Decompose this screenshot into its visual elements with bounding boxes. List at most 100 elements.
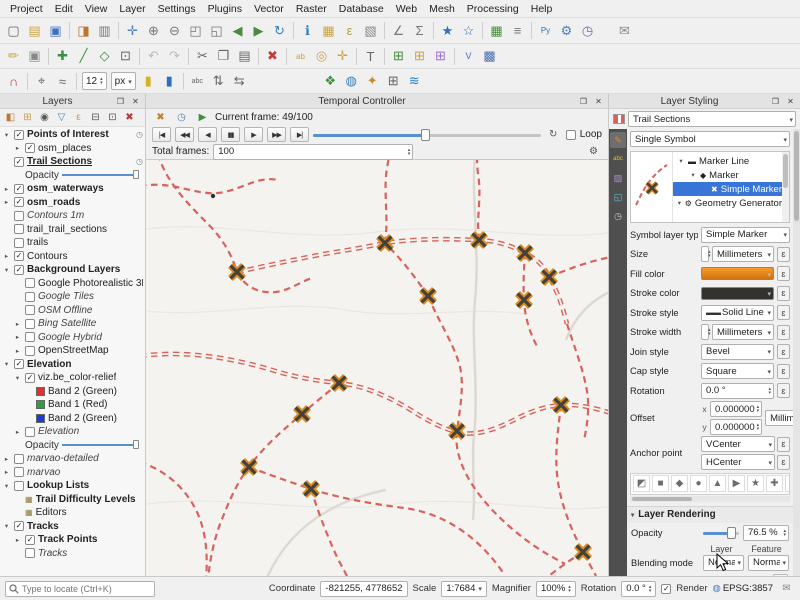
stroke-style-combo[interactable]: ▬▬Solid Line bbox=[701, 305, 774, 321]
layer-labeling-icon[interactable]: ab bbox=[290, 46, 311, 67]
layer-item-contours[interactable]: ▸Contours bbox=[0, 250, 145, 264]
expander-icon[interactable]: ▸ bbox=[13, 320, 22, 328]
layer-rendering-header[interactable]: ▾ Layer Rendering bbox=[627, 507, 793, 523]
zoom-in-icon[interactable]: ⊕ bbox=[143, 20, 164, 41]
layer-item-band-2-green[interactable]: Band 2 (Green) bbox=[0, 412, 145, 426]
skip-end-button[interactable]: ▶| bbox=[290, 127, 309, 142]
layer-checkbox[interactable] bbox=[25, 292, 35, 302]
stroke-color-swatch[interactable] bbox=[701, 287, 774, 300]
font-color-chip-icon[interactable]: ▮ bbox=[138, 71, 159, 92]
layer-item-openstreetmap[interactable]: ▸OpenStreetMap bbox=[0, 344, 145, 358]
expander-icon[interactable]: ▾ bbox=[2, 360, 11, 368]
layer-item-osm-places[interactable]: ▸osm_places bbox=[0, 142, 145, 156]
marker-shape-8[interactable]: ✖ bbox=[785, 475, 790, 492]
zoom-out-icon[interactable]: ⊖ bbox=[164, 20, 185, 41]
select-expression-icon[interactable]: ε bbox=[339, 20, 360, 41]
temporal-slider[interactable] bbox=[313, 128, 541, 142]
rotation-data-define-icon[interactable]: ɛ bbox=[777, 383, 790, 398]
marker-shape-3[interactable]: ● bbox=[690, 475, 707, 492]
layer-item-marvao[interactable]: ▸marvao bbox=[0, 466, 145, 480]
layer-item-trail-trail-sections[interactable]: trail_trail_sections bbox=[0, 223, 145, 237]
save-edits-icon[interactable]: ▣ bbox=[24, 46, 45, 67]
expander-icon[interactable]: ▾ bbox=[677, 157, 685, 165]
offset-y-spinbox[interactable]: 0.000000 bbox=[710, 419, 762, 435]
tab-history[interactable]: ◷ bbox=[610, 208, 626, 224]
add-vector-layer-icon[interactable]: V bbox=[458, 46, 479, 67]
renderer-combo[interactable]: Single Symbol bbox=[630, 131, 790, 147]
diagram-icon[interactable]: ⇅ bbox=[208, 71, 229, 92]
expander-icon[interactable]: ▾ bbox=[689, 171, 697, 179]
layer-checkbox[interactable] bbox=[14, 211, 24, 221]
rotation-spinbox[interactable]: 0.0 ° bbox=[701, 383, 774, 399]
layer-checkbox[interactable] bbox=[14, 454, 24, 464]
fill-color-data-define-icon[interactable]: ɛ bbox=[777, 266, 790, 281]
tab-3d-view[interactable]: ◱ bbox=[610, 189, 626, 205]
save-project-icon[interactable]: ▣ bbox=[45, 20, 66, 41]
layer-item-marvao-detailed[interactable]: ▸marvao-detailed bbox=[0, 452, 145, 466]
menu-layer[interactable]: Layer bbox=[113, 2, 151, 16]
layer-opacity-slider[interactable] bbox=[62, 440, 139, 450]
collapse-all-icon[interactable]: ⊡ bbox=[104, 110, 121, 126]
new-virtual-layer-icon[interactable]: ⊞ bbox=[430, 46, 451, 67]
expander-icon[interactable]: ▸ bbox=[2, 455, 11, 463]
label-mask-icon[interactable]: ◎ bbox=[311, 46, 332, 67]
remove-layer-icon[interactable]: ✖ bbox=[121, 110, 138, 126]
manage-map-themes-icon[interactable]: ◉ bbox=[36, 110, 53, 126]
swap-icon[interactable]: ⇆ bbox=[229, 71, 250, 92]
new-bookmark-icon[interactable]: ☆ bbox=[458, 20, 479, 41]
join-style-combo[interactable]: Bevel bbox=[701, 344, 774, 360]
temporal-off-icon[interactable]: ✖ bbox=[152, 110, 169, 125]
statistics-icon[interactable]: Σ bbox=[409, 20, 430, 41]
style-manager-icon[interactable]: ◨ bbox=[73, 20, 94, 41]
layer-checkbox[interactable] bbox=[25, 427, 35, 437]
symbol-node-marker-line[interactable]: ▾▬Marker Line bbox=[673, 154, 782, 168]
crs-indicator[interactable]: ◍ EPSG:3857 bbox=[713, 583, 773, 594]
marker-shape-4[interactable]: ▲ bbox=[709, 475, 726, 492]
layer-checkbox[interactable] bbox=[25, 143, 35, 153]
layer-item-background-layers[interactable]: ▾Background Layers bbox=[0, 263, 145, 277]
plugin-grid-icon[interactable]: ⊞ bbox=[383, 71, 404, 92]
expander-icon[interactable]: ▸ bbox=[13, 333, 22, 341]
render-checkbox[interactable] bbox=[661, 584, 671, 594]
tab-symbology[interactable]: ✎ bbox=[610, 132, 626, 148]
layers-float-icon[interactable]: ❐ bbox=[114, 97, 127, 106]
identify-features-icon[interactable]: ℹ bbox=[297, 20, 318, 41]
layer-item-band-2-green[interactable]: Band 2 (Green) bbox=[0, 385, 145, 399]
menu-raster[interactable]: Raster bbox=[290, 2, 333, 16]
anchor-horizontal-combo[interactable]: HCenter bbox=[701, 454, 775, 470]
field-calculator-icon[interactable]: ≡ bbox=[507, 20, 528, 41]
anchor-horizontal-data-define-icon[interactable]: ɛ bbox=[777, 455, 790, 470]
bookmarks-icon[interactable]: ★ bbox=[437, 20, 458, 41]
marker-shape-0[interactable]: ◩ bbox=[633, 475, 650, 492]
symbol-node-marker[interactable]: ▾◆Marker bbox=[673, 168, 782, 182]
expander-icon[interactable]: ▸ bbox=[13, 144, 22, 152]
layer-item-viz-be-color-relief[interactable]: ▾viz.be_color-relief bbox=[0, 371, 145, 385]
trace-icon[interactable]: ≈ bbox=[52, 71, 73, 92]
layer-item-lookup-lists[interactable]: ▾Lookup Lists bbox=[0, 479, 145, 493]
offset-x-spinbox[interactable]: 0.000000 bbox=[710, 401, 762, 417]
open-layer-styling-icon[interactable]: ◧ bbox=[2, 110, 19, 126]
symbol-node-geometry-generator[interactable]: ▾⚙Geometry Generator bbox=[673, 196, 782, 210]
expander-icon[interactable]: ▾ bbox=[677, 199, 682, 207]
pause-button[interactable]: ▮▮ bbox=[221, 127, 240, 142]
menu-view[interactable]: View bbox=[79, 2, 114, 16]
open-project-icon[interactable]: ▤ bbox=[24, 20, 45, 41]
log-messages-icon[interactable]: ✉ bbox=[614, 20, 635, 41]
layer-item-osm-waterways[interactable]: ▸osm_waterways bbox=[0, 182, 145, 196]
copy-features-icon[interactable]: ❐ bbox=[213, 46, 234, 67]
menu-help[interactable]: Help bbox=[525, 2, 559, 16]
layer-checkbox[interactable] bbox=[25, 373, 35, 383]
tree-scrollbar[interactable] bbox=[782, 152, 789, 222]
marker-shape-7[interactable]: ✚ bbox=[766, 475, 783, 492]
blend-layer-combo[interactable]: Normal bbox=[703, 555, 744, 571]
total-frames-spinbox[interactable]: 100 bbox=[213, 144, 413, 160]
locate-search[interactable] bbox=[5, 581, 155, 597]
vertex-tool-icon[interactable]: ⊡ bbox=[115, 46, 136, 67]
layer-item-osm-offline[interactable]: OSM Offline bbox=[0, 304, 145, 318]
layer-item-band-1-red[interactable]: Band 1 (Red) bbox=[0, 398, 145, 412]
layer-item-tracks[interactable]: Tracks bbox=[0, 547, 145, 561]
zoom-next-icon[interactable]: ▶ bbox=[248, 20, 269, 41]
zoom-full-icon[interactable]: ◰ bbox=[185, 20, 206, 41]
paste-features-icon[interactable]: ▤ bbox=[234, 46, 255, 67]
filter-expression-icon[interactable]: ε bbox=[70, 110, 87, 126]
